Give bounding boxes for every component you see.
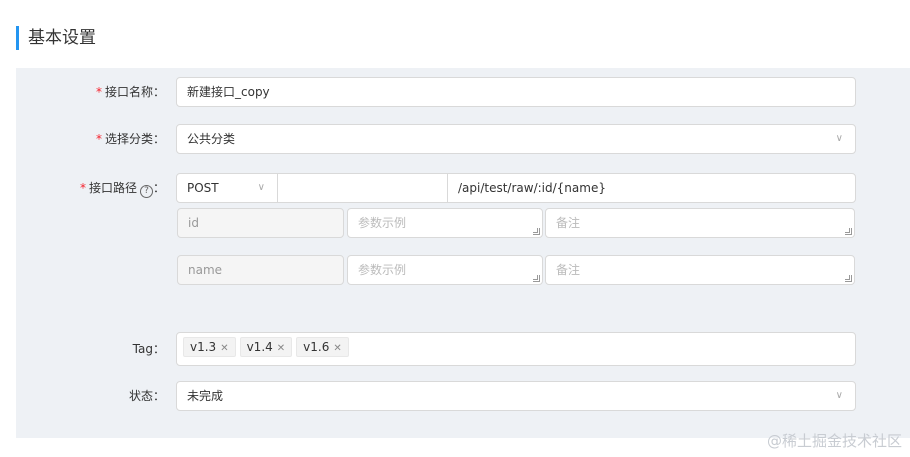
resize-handle[interactable] — [845, 228, 852, 235]
close-icon[interactable]: ✕ — [333, 343, 341, 354]
path-prefix-input[interactable] — [277, 173, 448, 203]
path-input[interactable]: /api/test/raw/:id/{name} — [447, 173, 856, 203]
required-mark: * — [95, 85, 102, 99]
help-icon[interactable]: ? — [139, 185, 153, 198]
close-icon[interactable]: ✕ — [277, 343, 285, 354]
status-select[interactable]: 未完成 ∨ — [176, 381, 856, 411]
resize-handle[interactable] — [533, 228, 540, 235]
tag-chip: v1.4 ✕ — [239, 337, 293, 357]
name-label: * 接口名称： — [95, 85, 165, 99]
tag-label: Tag： — [132, 342, 165, 356]
param-example-input[interactable]: 参数示例 — [347, 255, 543, 285]
required-mark: * — [95, 132, 102, 146]
status-label: 状态： — [128, 389, 165, 403]
form-panel: * 接口名称： 新建接口_copy * 选择分类： 公共分类 ∨ * 接口路径?： P… — [16, 68, 910, 438]
param-name-input: id — [177, 208, 344, 238]
chevron-down-icon: ∨ — [835, 133, 843, 144]
param-name-input: name — [177, 255, 344, 285]
name-input[interactable]: 新建接口_copy — [176, 77, 856, 107]
path-label: * 接口路径?： — [79, 181, 165, 198]
close-icon[interactable]: ✕ — [220, 343, 228, 354]
tag-chip: v1.6 ✕ — [296, 337, 349, 357]
resize-handle[interactable] — [533, 275, 540, 282]
resize-handle[interactable] — [845, 275, 852, 282]
chevron-down-icon: ∨ — [835, 390, 843, 401]
category-select[interactable]: 公共分类 ∨ — [176, 124, 856, 154]
chevron-down-icon: ∨ — [257, 182, 265, 193]
tag-select[interactable]: v1.3 ✕ v1.4 ✕ v1.6 ✕ — [176, 332, 856, 366]
tag-chip: v1.3 ✕ — [183, 337, 236, 357]
param-example-input[interactable]: 参数示例 — [347, 208, 543, 238]
category-label: * 选择分类： — [95, 132, 165, 146]
section-title: 基本设置 — [16, 26, 96, 50]
watermark: @稀土掘金技术社区 — [766, 432, 902, 450]
required-mark: * — [79, 181, 86, 195]
param-note-input[interactable]: 备注 — [545, 255, 855, 285]
method-select[interactable]: POST ∨ — [176, 173, 278, 203]
param-note-input[interactable]: 备注 — [545, 208, 855, 238]
